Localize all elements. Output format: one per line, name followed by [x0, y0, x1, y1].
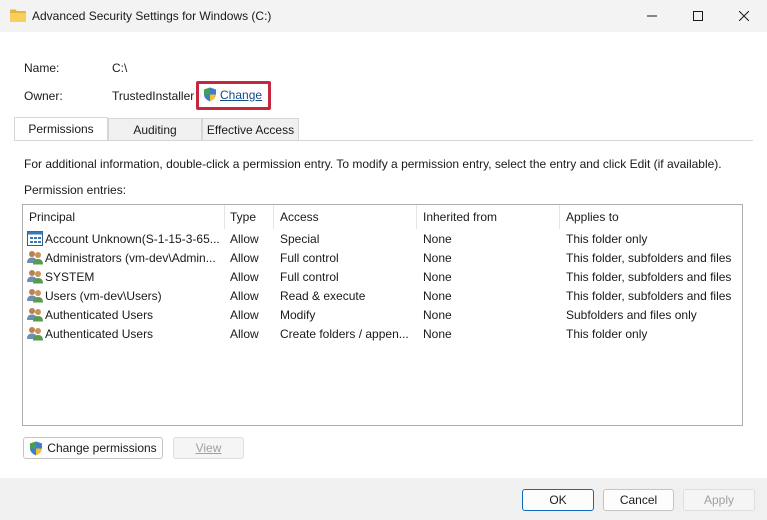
access-cell: Modify [280, 308, 316, 322]
applies-to-cell: This folder, subfolders and files [566, 289, 732, 303]
name-value: C:\ [112, 61, 128, 75]
change-permissions-label: Change permissions [47, 441, 157, 455]
column-header-access[interactable]: Access [280, 210, 319, 224]
tab-auditing[interactable]: Auditing [108, 118, 202, 140]
view-label: View [195, 441, 222, 455]
close-icon [739, 11, 749, 21]
access-cell: Full control [280, 270, 339, 284]
applies-to-cell: Subfolders and files only [566, 308, 697, 322]
table-row[interactable]: Administrators (vm-dev\Admin... Allow Fu… [23, 249, 742, 268]
principal-cell: Users (vm-dev\Users) [45, 289, 162, 303]
users-group-icon [27, 251, 43, 265]
ok-button[interactable]: OK [522, 489, 594, 511]
table-row[interactable]: SYSTEM Allow Full control None This fold… [23, 268, 742, 287]
column-divider[interactable] [224, 205, 225, 229]
inherited-cell: None [423, 251, 452, 265]
name-label: Name: [24, 61, 60, 75]
type-cell: Allow [230, 327, 259, 341]
applies-to-cell: This folder only [566, 232, 648, 246]
users-group-icon [27, 289, 43, 303]
title-bar[interactable]: Advanced Security Settings for Windows (… [0, 0, 767, 32]
applies-to-cell: This folder, subfolders and files [566, 270, 732, 284]
principal-cell: Authenticated Users [45, 327, 154, 341]
info-text: For additional information, double-click… [24, 157, 722, 171]
maximize-icon [693, 11, 703, 21]
change-owner-link[interactable]: Change [203, 87, 262, 102]
tab-effective-access[interactable]: Effective Access [202, 118, 299, 140]
users-group-icon [27, 270, 43, 284]
window-title: Advanced Security Settings for Windows (… [32, 9, 272, 23]
owner-value: TrustedInstaller [112, 89, 195, 103]
tab-permissions[interactable]: Permissions [14, 117, 108, 140]
column-divider[interactable] [416, 205, 417, 229]
inherited-cell: None [423, 289, 452, 303]
principal-cell: Administrators (vm-dev\Admin... [45, 251, 216, 265]
access-cell: Special [280, 232, 320, 246]
table-row[interactable]: Users (vm-dev\Users) Allow Read & execut… [23, 287, 742, 306]
change-permissions-button[interactable]: Change permissions [23, 437, 163, 459]
ok-label: OK [549, 493, 567, 507]
minimize-button[interactable] [629, 0, 675, 32]
access-cell: Create folders / appen... [280, 327, 409, 341]
view-button[interactable]: View [173, 437, 244, 459]
permission-entries-label: Permission entries: [24, 183, 127, 197]
inherited-cell: None [423, 327, 452, 341]
close-button[interactable] [721, 0, 767, 32]
owner-label: Owner: [24, 89, 63, 103]
folder-icon [10, 9, 26, 22]
inherited-cell: None [423, 232, 452, 246]
column-header-principal[interactable]: Principal [29, 210, 75, 224]
applies-to-cell: This folder, subfolders and files [566, 251, 732, 265]
cancel-label: Cancel [619, 493, 658, 507]
access-cell: Read & execute [280, 289, 366, 303]
cancel-button[interactable]: Cancel [603, 489, 674, 511]
principal-cell: SYSTEM [45, 270, 95, 284]
type-cell: Allow [230, 232, 259, 246]
access-cell: Full control [280, 251, 339, 265]
type-cell: Allow [230, 289, 259, 303]
tab-auditing-label: Auditing [133, 122, 177, 137]
type-cell: Allow [230, 308, 259, 322]
column-header-inherited-from[interactable]: Inherited from [423, 210, 497, 224]
uac-shield-icon [30, 441, 43, 455]
change-link-label: Change [220, 87, 263, 102]
tab-divider [14, 140, 753, 141]
minimize-icon [647, 15, 657, 17]
uac-shield-icon [204, 87, 216, 102]
principal-cell: Account Unknown(S-1-15-3-65... [45, 232, 220, 246]
users-group-icon [27, 327, 43, 341]
unknown-account-icon [27, 231, 43, 246]
column-header-type[interactable]: Type [230, 210, 256, 224]
column-divider[interactable] [273, 205, 274, 229]
apply-button[interactable]: Apply [683, 489, 755, 511]
type-cell: Allow [230, 270, 259, 284]
applies-to-cell: This folder only [566, 327, 648, 341]
table-row[interactable]: Authenticated Users Allow Modify None Su… [23, 306, 742, 325]
inherited-cell: None [423, 308, 452, 322]
permission-entries-list[interactable]: Principal Type Access Inherited from App… [22, 204, 743, 426]
maximize-button[interactable] [675, 0, 721, 32]
tab-permissions-label: Permissions [28, 122, 94, 136]
table-row[interactable]: Authenticated Users Allow Create folders… [23, 325, 742, 344]
column-header-applies-to[interactable]: Applies to [566, 210, 619, 224]
table-row[interactable]: Account Unknown(S-1-15-3-65... Allow Spe… [23, 230, 742, 249]
apply-label: Apply [703, 493, 735, 507]
tab-effective-access-label: Effective Access [206, 122, 295, 137]
users-group-icon [27, 308, 43, 322]
column-divider[interactable] [559, 205, 560, 229]
inherited-cell: None [423, 270, 452, 284]
principal-cell: Authenticated Users [45, 308, 154, 322]
type-cell: Allow [230, 251, 259, 265]
